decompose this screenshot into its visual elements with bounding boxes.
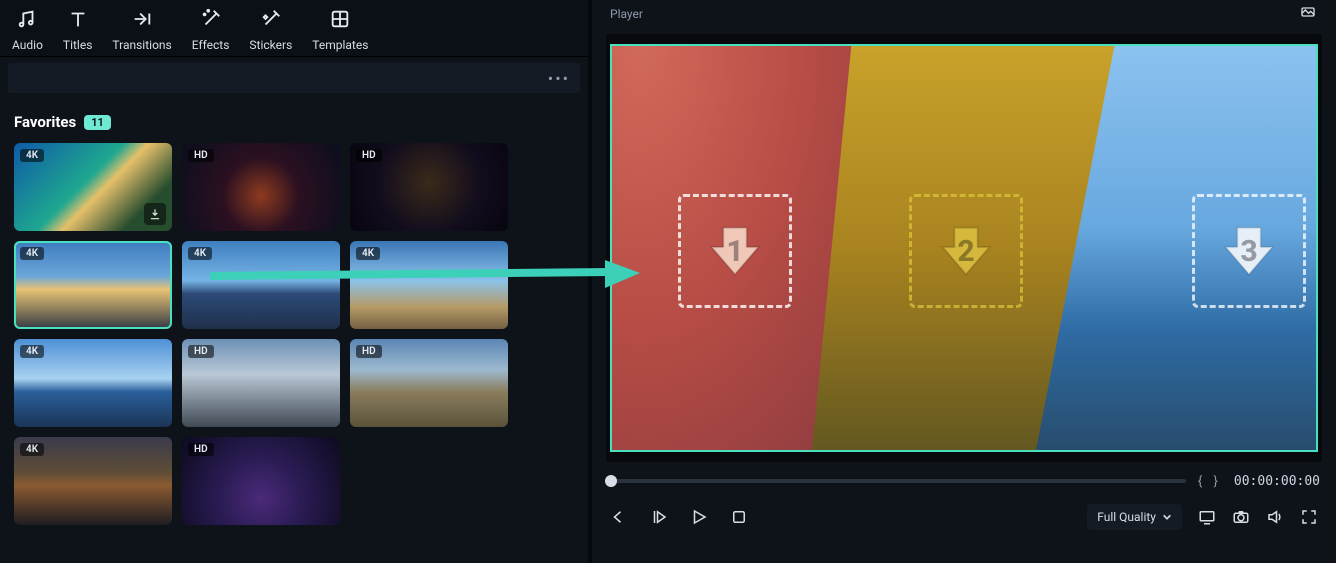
clip-thumb-3[interactable]: HD xyxy=(350,143,508,231)
more-icon[interactable]: ••• xyxy=(548,69,570,88)
clip-thumb-8[interactable]: HD xyxy=(182,339,340,427)
camera-button[interactable] xyxy=(1232,508,1250,526)
volume-button[interactable] xyxy=(1266,508,1284,526)
chevron-down-icon xyxy=(1162,512,1172,522)
favorites-header: Favorites 11 xyxy=(14,113,574,131)
play-button[interactable] xyxy=(690,508,708,526)
quality-label: Full Quality xyxy=(1097,510,1156,524)
tab-templates-label: Templates xyxy=(312,38,368,52)
display-mode-button[interactable] xyxy=(1198,508,1216,526)
timeline-row: { } 00:00:00:00 xyxy=(592,462,1336,496)
dropzone-3[interactable]: 3 xyxy=(1192,194,1306,308)
resolution-tag: 4K xyxy=(356,247,380,260)
tab-titles[interactable]: Titles xyxy=(53,2,102,56)
preview-canvas[interactable]: 1 2 xyxy=(610,44,1318,452)
clip-thumb-6[interactable]: 4K xyxy=(350,241,508,329)
clip-thumb-2[interactable]: HD xyxy=(182,143,340,231)
timecode: 00:00:00:00 xyxy=(1234,474,1320,489)
resolution-tag: HD xyxy=(188,345,214,358)
tab-stickers[interactable]: Stickers xyxy=(239,2,302,56)
play-in-out-button[interactable] xyxy=(650,508,668,526)
preview-viewport: 1 2 xyxy=(606,34,1322,462)
playhead-track[interactable] xyxy=(608,479,1186,483)
resolution-tag: HD xyxy=(356,149,382,162)
clip-thumb-11[interactable]: HD xyxy=(182,437,340,525)
titles-icon xyxy=(67,8,89,34)
tab-templates[interactable]: Templates xyxy=(302,2,378,56)
tab-transitions[interactable]: Transitions xyxy=(102,2,181,56)
tab-audio-label: Audio xyxy=(12,38,43,52)
prev-frame-button[interactable] xyxy=(610,508,628,526)
tab-titles-label: Titles xyxy=(63,38,92,52)
stop-button[interactable] xyxy=(730,508,748,526)
favorites-count-badge: 11 xyxy=(84,115,111,130)
resolution-tag: 4K xyxy=(20,247,44,260)
tab-transitions-label: Transitions xyxy=(112,38,171,52)
tab-effects[interactable]: Effects xyxy=(182,2,240,56)
clip-thumb-1[interactable]: 4K xyxy=(14,143,172,231)
resolution-tag: HD xyxy=(188,443,214,456)
favorites-grid: 4K HD HD 4K 4K 4K 4K HD HD 4K HD xyxy=(0,137,588,539)
tab-stickers-label: Stickers xyxy=(249,38,292,52)
tab-audio[interactable]: Audio xyxy=(2,2,53,56)
resolution-tag: 4K xyxy=(20,443,44,456)
playhead-knob[interactable] xyxy=(605,475,617,487)
resolution-tag: HD xyxy=(356,345,382,358)
effects-icon xyxy=(200,8,222,34)
templates-icon xyxy=(329,8,351,34)
dropzone-1[interactable]: 1 xyxy=(678,194,792,308)
tab-effects-label: Effects xyxy=(192,38,230,52)
player-title: Player xyxy=(610,7,643,21)
fullscreen-button[interactable] xyxy=(1300,508,1318,526)
resolution-tag: HD xyxy=(188,149,214,162)
resolution-tag: 4K xyxy=(20,149,44,162)
audio-icon xyxy=(16,8,38,34)
snapshot-button[interactable] xyxy=(1298,4,1318,24)
library-subbar: ••• xyxy=(8,63,580,93)
clip-thumb-10[interactable]: 4K xyxy=(14,437,172,525)
quality-selector[interactable]: Full Quality xyxy=(1087,504,1182,530)
resolution-tag: 4K xyxy=(188,247,212,260)
in-out-braces[interactable]: { } xyxy=(1198,474,1222,489)
dropzone-3-number: 3 xyxy=(1240,234,1257,269)
clip-thumb-9[interactable]: HD xyxy=(350,339,508,427)
resolution-tag: 4K xyxy=(20,345,44,358)
stickers-icon xyxy=(260,8,282,34)
dropzone-1-number: 1 xyxy=(726,234,743,269)
dropzone-2[interactable]: 2 xyxy=(909,194,1023,308)
download-icon[interactable] xyxy=(144,203,166,225)
favorites-label: Favorites xyxy=(14,113,76,131)
clip-thumb-7[interactable]: 4K xyxy=(14,339,172,427)
dropzone-2-number: 2 xyxy=(957,234,974,269)
clip-thumb-5[interactable]: 4K xyxy=(182,241,340,329)
transitions-icon xyxy=(131,8,153,34)
clip-thumb-4[interactable]: 4K xyxy=(14,241,172,329)
media-tabs: Audio Titles Transitions Effects Stickers Tem… xyxy=(0,0,588,57)
